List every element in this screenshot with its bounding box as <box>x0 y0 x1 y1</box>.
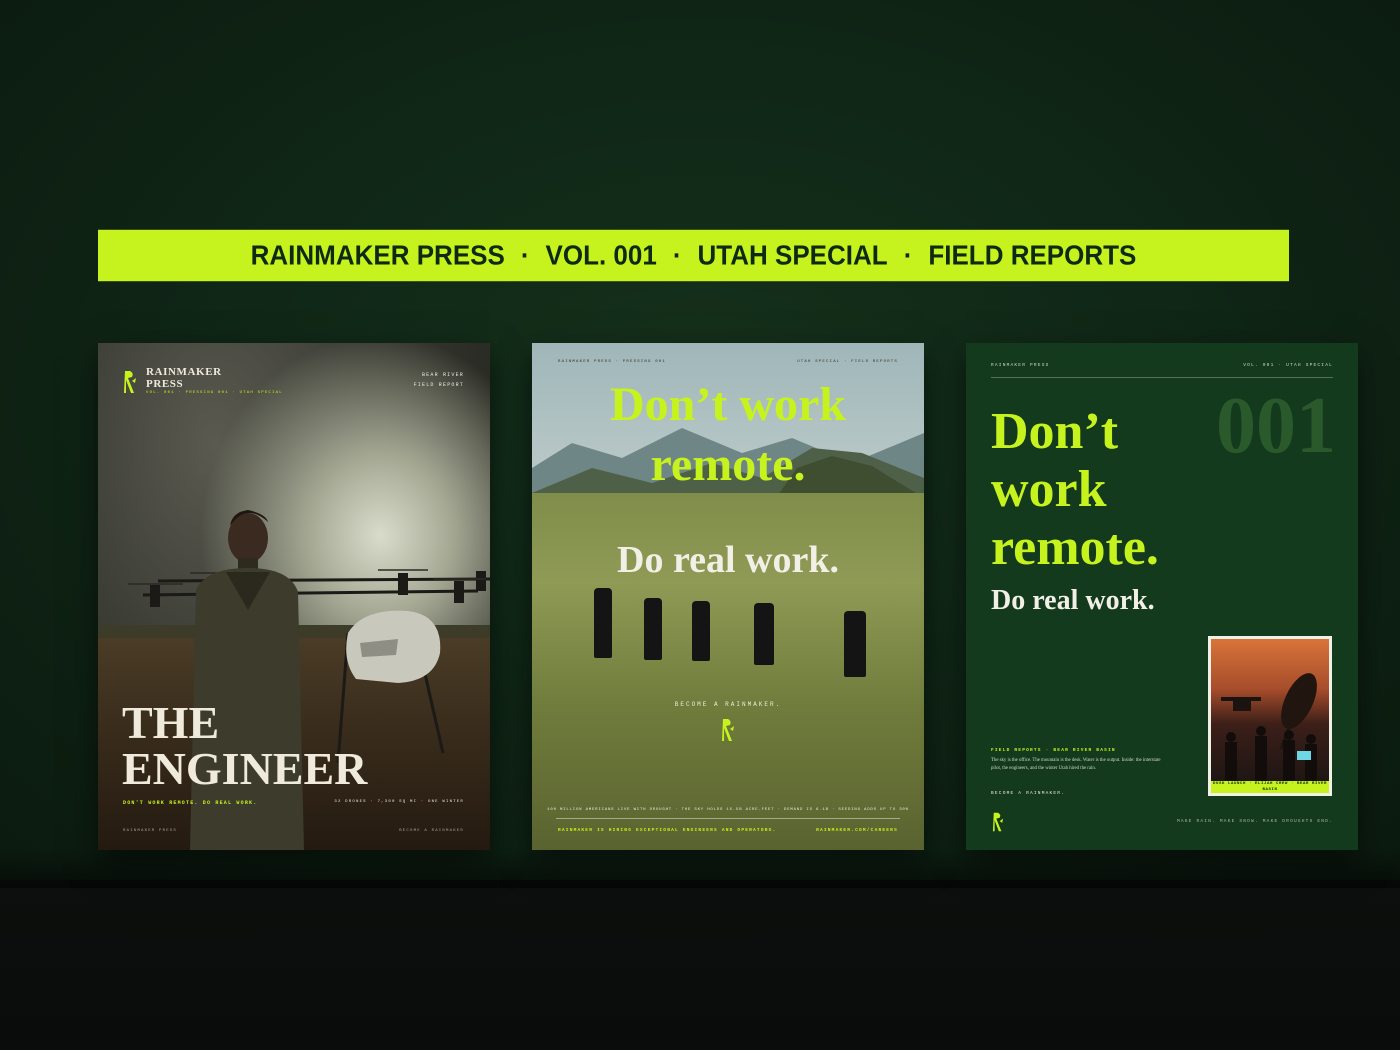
poster-do-real-work-field: RAINMAKER PRESS · PRESSING 001 UTAH SPEC… <box>532 343 924 850</box>
backdrop-floor <box>0 880 1400 1050</box>
poster3-cta: BECOME A RAINMAKER. <box>991 791 1066 796</box>
section-label: FIELD REPORTS · BEAR RIVER BASIN <box>991 748 1116 753</box>
walker-figure <box>754 603 774 665</box>
poster-headline: work <box>991 461 1107 518</box>
divider <box>556 818 900 819</box>
poster2-top-left: RAINMAKER PRESS · PRESSING 001 <box>558 360 667 364</box>
banner-separator: · <box>520 239 530 271</box>
header-banner: RAINMAKER PRESS · VOL. 001 · UTAH SPECIA… <box>98 229 1289 282</box>
rainmaker-logo-icon <box>992 812 1004 832</box>
floor-shadow <box>0 848 1400 888</box>
poster-footer-right: BECOME A RAINMAKER <box>399 829 464 833</box>
inset-photo-caption: DUSK LAUNCH · ELIJAH CREW · BEAR RIVER B… <box>1211 781 1329 793</box>
poster2-cta: BECOME A RAINMAKER. <box>674 701 782 708</box>
poster-stats: 32 DRONES · 7,300 SQ MI · ONE WINTER <box>334 800 464 804</box>
engineer-figure <box>190 510 304 850</box>
banner-item: FIELD REPORTS <box>928 239 1137 271</box>
brand-subline: VOL. 001 · PRESSING 001 · UTAH SPECIAL <box>146 391 283 395</box>
banner-separator: · <box>903 239 913 271</box>
location-label: FIELD REPORT <box>413 382 464 388</box>
brand-name: RAINMAKER <box>146 366 222 378</box>
poster-subhead: Do real work. <box>991 585 1155 616</box>
poster2-footer-right: RAINMAKER.COM/CAREERS <box>816 828 898 833</box>
walker-figure <box>692 601 710 661</box>
poster-headline: Don’t work <box>610 378 846 431</box>
poster2-ticker: 100 MILLION AMERICANS LIVE WITH DROUGHT … <box>547 808 909 812</box>
walker-figure <box>644 598 662 660</box>
banner-item: VOL. 001 <box>545 239 657 271</box>
rainmaker-logo-icon <box>124 371 136 393</box>
issue-number: 001 <box>1216 382 1336 470</box>
poster-headline: Don’t <box>991 403 1119 460</box>
poster-title: THE <box>122 697 220 748</box>
walker-figure <box>594 588 612 658</box>
poster-do-real-work-typographic: RAINMAKER PRESS VOL. 001 · UTAH SPECIAL … <box>966 343 1358 850</box>
dusk-launch-scene <box>1221 673 1317 781</box>
location-label: BEAR RIVER <box>421 372 464 378</box>
inset-photo-image <box>1211 639 1329 781</box>
poster-tagline: DON'T WORK REMOTE. DO REAL WORK. <box>123 800 258 806</box>
banner-item: RAINMAKER PRESS <box>250 239 505 271</box>
rainmaker-logo-icon <box>722 719 734 741</box>
poster-headline: remote. <box>650 438 806 491</box>
brand-name: PRESS <box>146 378 184 390</box>
poster3-top-right: VOL. 001 · UTAH SPECIAL <box>1243 363 1333 368</box>
poster2-footer-left: RAINMAKER IS HIRING EXCEPTIONAL ENGINEER… <box>558 828 777 833</box>
inset-photo: DUSK LAUNCH · ELIJAH CREW · BEAR RIVER B… <box>1208 636 1332 796</box>
poster3-top-left: RAINMAKER PRESS <box>991 363 1050 368</box>
poster-the-engineer: RAINMAKER PRESS VOL. 001 · PRESSING 001 … <box>98 343 490 850</box>
poster-headline: remote. <box>991 519 1159 576</box>
banner-item: UTAH SPECIAL <box>697 239 888 271</box>
poster3-footer-right: MAKE RAIN. MAKE SNOW. MAKE DROUGHTS END. <box>1176 819 1333 824</box>
poster-footer-left: RAINMAKER PRESS <box>123 829 178 833</box>
poster2-top-right: UTAH SPECIAL · FIELD REPORTS <box>797 360 898 364</box>
walker-figure <box>844 611 866 677</box>
poster-subhead: Do real work. <box>617 539 839 581</box>
banner-separator: · <box>672 239 682 271</box>
divider <box>991 377 1333 378</box>
poster3-body-text: The sky is the office. The mountain is t… <box>991 758 1161 771</box>
poster-title: ENGINEER <box>122 743 368 794</box>
